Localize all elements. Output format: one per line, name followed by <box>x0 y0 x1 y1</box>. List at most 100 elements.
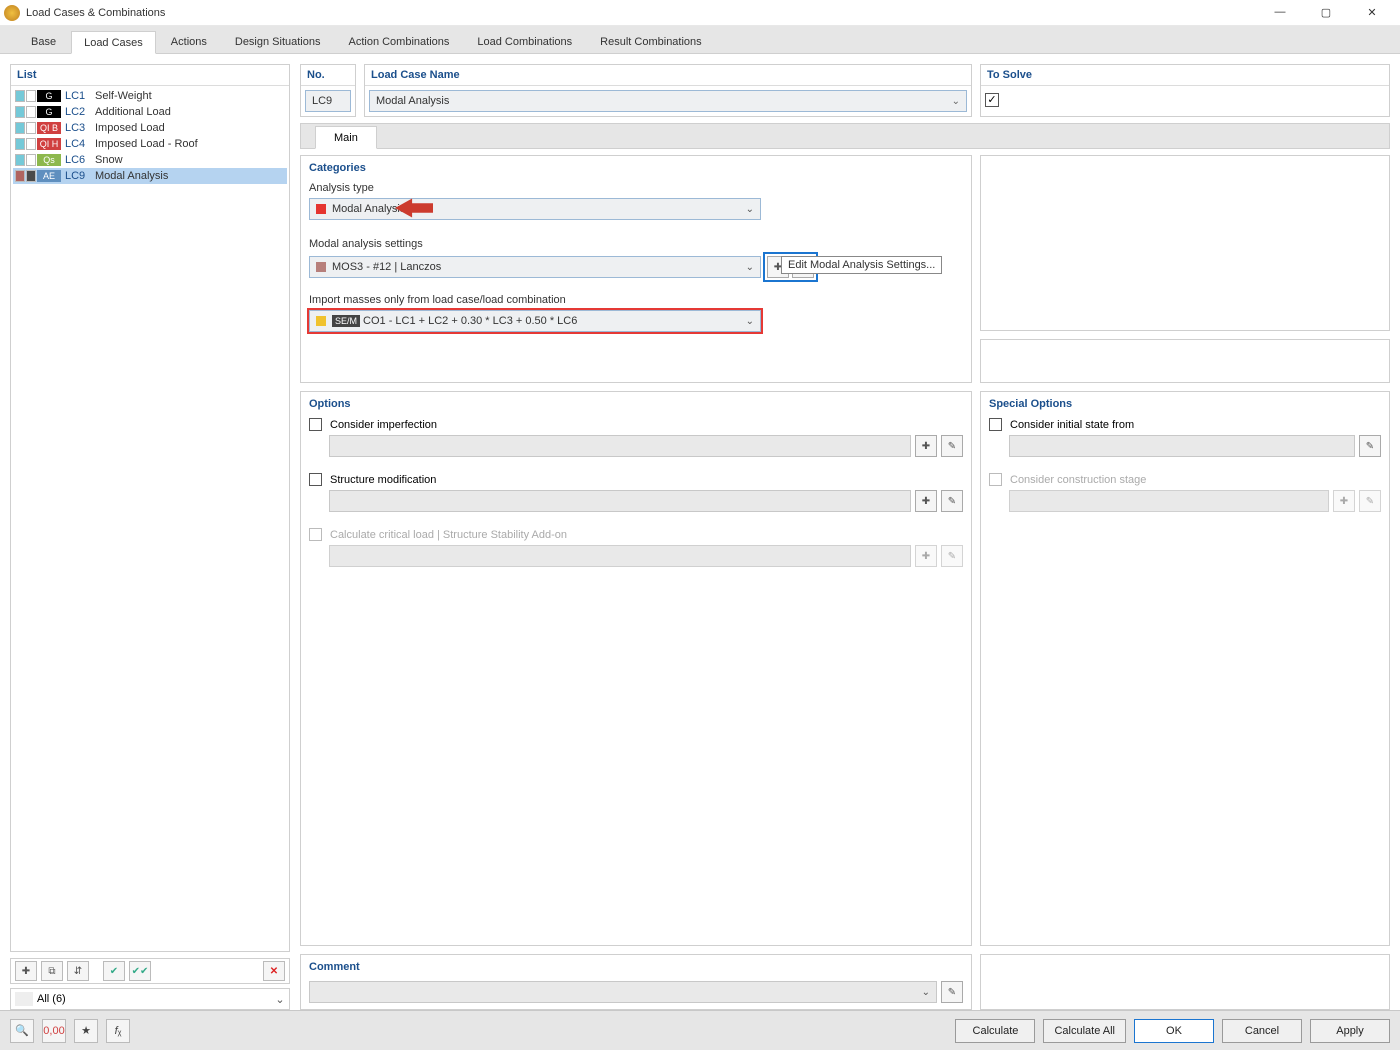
comment-edit-button[interactable]: ✎ <box>941 981 963 1003</box>
check-icon: ✓ <box>987 95 996 106</box>
categories-section: Categories Analysis type Modal Analysis … <box>300 155 972 383</box>
tab-design-situations[interactable]: Design Situations <box>222 30 334 53</box>
no-label: No. <box>301 65 355 86</box>
consider-initial-checkbox[interactable] <box>989 418 1002 431</box>
filter-swatch-icon <box>15 992 33 1006</box>
tab-action-combinations[interactable]: Action Combinations <box>335 30 462 53</box>
calc-critical-label: Calculate critical load | Structure Stab… <box>330 529 567 541</box>
copy-icon[interactable]: ⧉ <box>41 961 63 981</box>
imperfection-edit-button[interactable]: ✎ <box>941 435 963 457</box>
window-title: Load Cases & Combinations <box>26 7 165 19</box>
list-item[interactable]: QsLC6Snow <box>13 152 287 168</box>
import-chip-icon <box>316 316 326 326</box>
footer: 🔍 0,00 ★ fᵪ Calculate Calculate All OK C… <box>0 1010 1400 1050</box>
import-masses-dropdown[interactable]: SE/M CO1 - LC1 + LC2 + 0.30 * LC3 + 0.50… <box>309 310 761 332</box>
function-icon[interactable]: fᵪ <box>106 1019 130 1043</box>
calc-critical-new-button: ✚ <box>915 545 937 567</box>
structure-modification-checkbox[interactable] <box>309 473 322 486</box>
chevron-down-icon: ⌄ <box>746 262 754 273</box>
units-icon[interactable]: 0,00 <box>42 1019 66 1043</box>
comment-section: Comment ⌄ ✎ <box>300 954 972 1010</box>
consider-imperfection-label: Consider imperfection <box>330 419 437 431</box>
checkall-icon[interactable]: ✔✔ <box>129 961 151 981</box>
new-icon[interactable]: ✚ <box>15 961 37 981</box>
app-icon <box>4 5 20 21</box>
close-button[interactable]: ✕ <box>1358 6 1386 19</box>
apply-button[interactable]: Apply <box>1310 1019 1390 1043</box>
preview-panel-bottom <box>980 339 1390 383</box>
modal-settings-dropdown[interactable]: MOS3 - #12 | Lanczos ⌄ <box>309 256 761 278</box>
categories-title: Categories <box>309 162 963 174</box>
import-badge: SE/M <box>332 315 360 327</box>
initial-state-dropdown[interactable] <box>1009 435 1355 457</box>
list-item[interactable]: GLC2Additional Load <box>13 104 287 120</box>
calc-critical-edit-button: ✎ <box>941 545 963 567</box>
analysis-type-dropdown[interactable]: Modal Analysis ⌄ <box>309 198 761 220</box>
list-item[interactable]: QI BLC3Imposed Load <box>13 120 287 136</box>
analysis-type-label: Analysis type <box>309 182 963 194</box>
structure-mod-edit-button[interactable]: ✎ <box>941 490 963 512</box>
structure-modification-label: Structure modification <box>330 474 436 486</box>
tab-base[interactable]: Base <box>18 30 69 53</box>
list-header: List <box>11 65 289 86</box>
options-section: Options Consider imperfection ✚ ✎ Struct… <box>300 391 972 946</box>
inner-tabstrip: Main <box>300 123 1390 149</box>
name-panel: Load Case Name Modal Analysis⌄ <box>364 64 972 117</box>
consider-construction-label: Consider construction stage <box>1010 474 1146 486</box>
chevron-down-icon: ⌄ <box>922 987 930 998</box>
analysis-type-chip-icon <box>316 204 326 214</box>
calculate-all-button[interactable]: Calculate All <box>1043 1019 1126 1043</box>
list-filter[interactable]: All (6) ⌄ <box>10 988 290 1010</box>
solve-panel: To Solve ✓ <box>980 64 1390 117</box>
consider-imperfection-checkbox[interactable] <box>309 418 322 431</box>
to-solve-checkbox[interactable]: ✓ <box>985 93 999 107</box>
list-item[interactable]: AELC9Modal Analysis <box>13 168 287 184</box>
modal-settings-label: Modal analysis settings <box>309 238 963 250</box>
chevron-down-icon: ⌄ <box>746 204 754 215</box>
no-panel: No. LC9 <box>300 64 356 117</box>
list-item[interactable]: QI HLC4Imposed Load - Roof <box>13 136 287 152</box>
construction-edit-button: ✎ <box>1359 490 1381 512</box>
ok-button[interactable]: OK <box>1134 1019 1214 1043</box>
bottom-blank-panel <box>980 954 1390 1010</box>
options-title: Options <box>309 398 963 410</box>
calculate-button[interactable]: Calculate <box>955 1019 1035 1043</box>
list-toolbar: ✚ ⧉ ⇵ ✔ ✔✔ ✕ <box>10 958 290 984</box>
list-panel: List GLC1Self-WeightGLC2Additional LoadQ… <box>10 64 290 952</box>
consider-construction-checkbox <box>989 473 1002 486</box>
consider-initial-label: Consider initial state from <box>1010 419 1134 431</box>
main-tabstrip: Base Load Cases Actions Design Situation… <box>0 26 1400 54</box>
calc-critical-dropdown <box>329 545 911 567</box>
imperfection-dropdown[interactable] <box>329 435 911 457</box>
tab-actions[interactable]: Actions <box>158 30 220 53</box>
check-icon[interactable]: ✔ <box>103 961 125 981</box>
minimize-button[interactable]: — <box>1266 6 1294 19</box>
chevron-down-icon: ⌄ <box>952 96 960 107</box>
sort-icon[interactable]: ⇵ <box>67 961 89 981</box>
chevron-down-icon: ⌄ <box>746 316 754 327</box>
tab-result-combinations[interactable]: Result Combinations <box>587 30 715 53</box>
tab-load-combinations[interactable]: Load Combinations <box>464 30 585 53</box>
comment-field[interactable]: ⌄ <box>309 981 937 1003</box>
list-body: GLC1Self-WeightGLC2Additional LoadQI BLC… <box>11 86 289 186</box>
special-options-title: Special Options <box>989 398 1381 410</box>
tab-main[interactable]: Main <box>315 126 377 149</box>
favorites-icon[interactable]: ★ <box>74 1019 98 1043</box>
search-icon[interactable]: 🔍 <box>10 1019 34 1043</box>
maximize-button[interactable]: ▢ <box>1312 6 1340 19</box>
structure-mod-dropdown[interactable] <box>329 490 911 512</box>
no-field[interactable]: LC9 <box>305 90 351 112</box>
delete-icon[interactable]: ✕ <box>263 961 285 981</box>
load-case-name-field[interactable]: Modal Analysis⌄ <box>369 90 967 112</box>
initial-state-edit-button[interactable]: ✎ <box>1359 435 1381 457</box>
construction-stage-dropdown <box>1009 490 1329 512</box>
construction-new-button: ✚ <box>1333 490 1355 512</box>
list-item[interactable]: GLC1Self-Weight <box>13 88 287 104</box>
modal-settings-chip-icon <box>316 262 326 272</box>
imperfection-new-button[interactable]: ✚ <box>915 435 937 457</box>
tab-load-cases[interactable]: Load Cases <box>71 31 156 54</box>
name-label: Load Case Name <box>365 65 971 86</box>
structure-mod-new-button[interactable]: ✚ <box>915 490 937 512</box>
cancel-button[interactable]: Cancel <box>1222 1019 1302 1043</box>
calc-critical-checkbox <box>309 528 322 541</box>
